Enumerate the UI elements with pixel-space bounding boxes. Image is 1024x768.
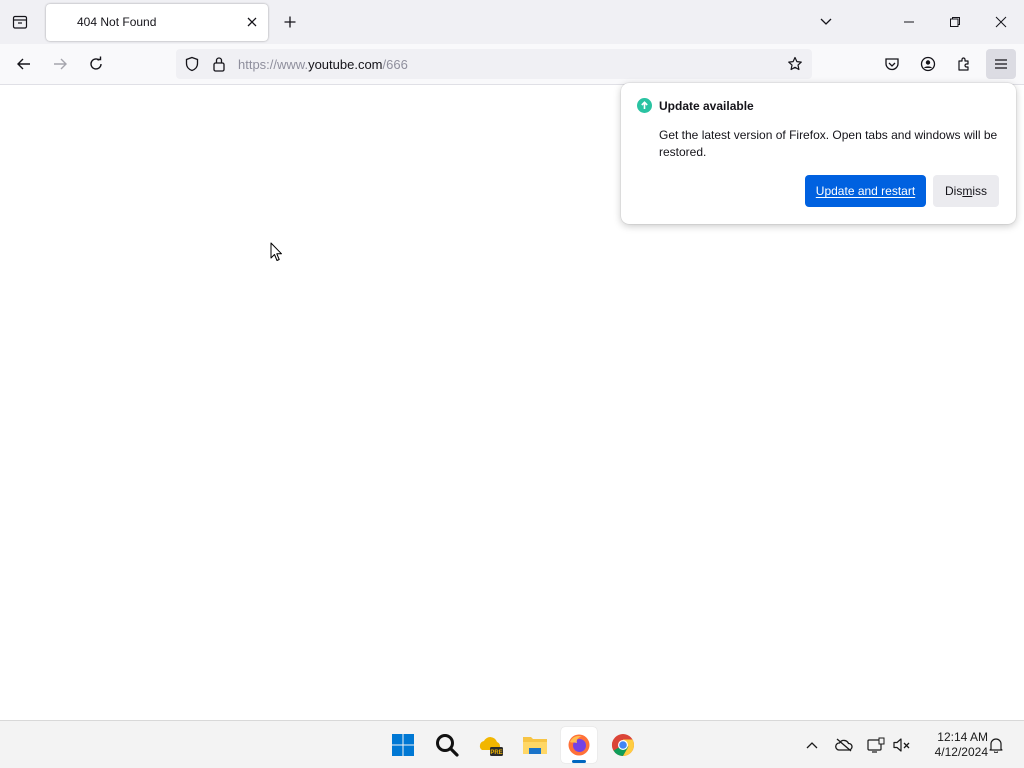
close-icon bbox=[995, 16, 1007, 28]
restore-icon bbox=[950, 17, 960, 27]
volume-tray-button[interactable] bbox=[892, 735, 912, 755]
arrow-left-icon bbox=[17, 58, 30, 70]
firefox-view-icon bbox=[12, 15, 28, 29]
search-icon bbox=[436, 734, 459, 757]
volume-muted-icon bbox=[893, 738, 910, 752]
puzzle-icon bbox=[958, 57, 969, 71]
navigation-toolbar: https://www.youtube.com/666 bbox=[0, 44, 1024, 85]
minimize-button[interactable] bbox=[898, 11, 920, 33]
taskbar: PRE 12:14 AM 4/12/2024 bbox=[0, 720, 1024, 768]
clock[interactable]: 12:14 AM 4/12/2024 bbox=[918, 730, 988, 760]
tab-active[interactable]: 404 Not Found bbox=[46, 4, 268, 41]
bookmark-star-icon[interactable] bbox=[787, 56, 803, 75]
reload-icon bbox=[90, 56, 102, 70]
forward-button[interactable] bbox=[48, 52, 72, 76]
restore-button[interactable] bbox=[944, 11, 966, 33]
chevron-down-icon bbox=[820, 18, 832, 25]
account-button[interactable] bbox=[916, 52, 940, 76]
bell-icon bbox=[989, 738, 1003, 753]
tab-title: 404 Not Found bbox=[77, 15, 157, 29]
arrow-right-icon bbox=[54, 58, 67, 70]
url-path: /666 bbox=[382, 57, 408, 72]
minimize-icon bbox=[904, 21, 914, 23]
onedrive-tray-button[interactable] bbox=[834, 735, 854, 755]
cloud-offline-icon bbox=[835, 738, 853, 752]
clock-time: 12:14 AM bbox=[937, 730, 988, 744]
clock-date: 4/12/2024 bbox=[934, 745, 988, 759]
account-icon bbox=[920, 56, 936, 72]
lock-icon[interactable] bbox=[212, 56, 226, 75]
pocket-icon bbox=[885, 58, 899, 71]
onedrive-button[interactable]: PRE bbox=[473, 727, 509, 763]
dismiss-label-end: iss bbox=[972, 184, 987, 198]
close-icon bbox=[247, 17, 257, 27]
mouse-cursor-icon bbox=[270, 242, 284, 262]
list-all-tabs-button[interactable] bbox=[816, 12, 836, 32]
file-explorer-button[interactable] bbox=[517, 727, 553, 763]
firefox-taskbar-button[interactable] bbox=[561, 727, 597, 763]
notifications-button[interactable] bbox=[986, 735, 1006, 755]
shield-icon[interactable] bbox=[184, 56, 200, 75]
file-explorer-icon bbox=[523, 737, 547, 754]
url-text[interactable]: https://www.youtube.com/666 bbox=[238, 57, 408, 72]
window-close-button[interactable] bbox=[990, 11, 1012, 33]
dismiss-button[interactable]: Dis m iss bbox=[933, 175, 999, 207]
hamburger-menu-icon bbox=[995, 59, 1007, 69]
firefox-view-button[interactable] bbox=[8, 10, 32, 34]
start-icon bbox=[392, 734, 414, 756]
url-scheme: https://www. bbox=[238, 57, 309, 72]
chrome-icon bbox=[612, 734, 634, 756]
plus-icon bbox=[284, 16, 296, 28]
chrome-button[interactable] bbox=[605, 727, 641, 763]
url-host: youtube.com bbox=[308, 57, 383, 72]
onedrive-icon: PRE bbox=[479, 737, 503, 756]
search-button[interactable] bbox=[429, 727, 465, 763]
firefox-icon bbox=[568, 734, 590, 756]
new-tab-button[interactable] bbox=[280, 12, 300, 32]
svg-text:PRE: PRE bbox=[490, 750, 502, 756]
reload-button[interactable] bbox=[84, 52, 108, 76]
start-button[interactable] bbox=[385, 727, 421, 763]
panel-message: Get the latest version of Firefox. Open … bbox=[659, 128, 998, 159]
extensions-button[interactable] bbox=[952, 52, 976, 76]
dismiss-label-start: Dis bbox=[944, 184, 963, 198]
chevron-up-icon bbox=[806, 742, 818, 749]
back-button[interactable] bbox=[12, 52, 36, 76]
update-arrow-icon bbox=[637, 98, 652, 113]
active-app-indicator bbox=[572, 760, 586, 763]
network-icon bbox=[867, 737, 885, 753]
tab-strip: 404 Not Found bbox=[0, 0, 1024, 44]
address-bar[interactable]: https://www.youtube.com/666 bbox=[176, 49, 812, 79]
pocket-button[interactable] bbox=[880, 52, 904, 76]
show-hidden-icons-button[interactable] bbox=[802, 735, 822, 755]
network-tray-button[interactable] bbox=[866, 735, 886, 755]
app-menu-button[interactable] bbox=[986, 49, 1016, 79]
update-and-restart-button[interactable]: Update and restart bbox=[805, 175, 926, 207]
tab-close-button[interactable] bbox=[244, 14, 260, 30]
update-available-panel: Update available Get the latest version … bbox=[621, 83, 1016, 224]
panel-title: Update available bbox=[659, 99, 754, 113]
dismiss-label-accesskey: m bbox=[962, 184, 973, 198]
